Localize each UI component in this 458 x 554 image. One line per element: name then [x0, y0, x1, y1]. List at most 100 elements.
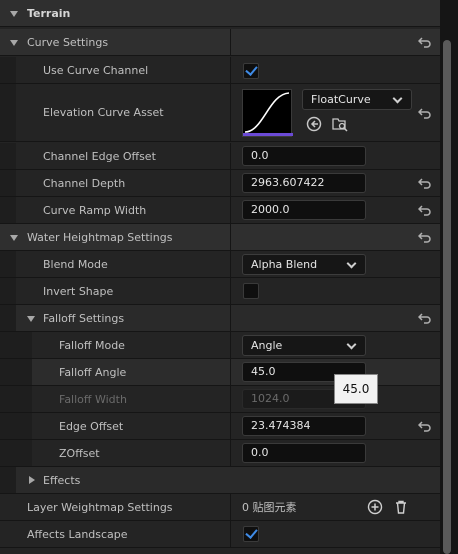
chevron-down-icon	[392, 93, 403, 104]
indent-guide	[0, 440, 32, 466]
column-splitter[interactable]	[230, 278, 231, 304]
collapse-arrow-icon[interactable]	[10, 235, 18, 241]
array-element-count: 0 贴图元素	[242, 501, 297, 514]
prop-edge-offset: Edge Offset 23.474384	[0, 413, 440, 440]
arrow-left-circle-icon[interactable]	[306, 116, 322, 132]
blend-mode-value: Alpha Blend	[251, 258, 318, 271]
prop-label: Use Curve Channel	[43, 64, 149, 77]
column-splitter[interactable]	[230, 521, 231, 547]
column-splitter[interactable]	[230, 251, 231, 277]
invert-shape-checkbox[interactable]	[243, 283, 259, 299]
prop-label: Falloff Angle	[59, 366, 127, 379]
trash-icon[interactable]	[393, 499, 409, 515]
prop-label: Invert Shape	[43, 285, 114, 298]
group-water-heightmap-label: Water Heightmap Settings	[27, 231, 173, 244]
reset-arrow-icon[interactable]	[418, 35, 432, 49]
column-splitter[interactable]	[230, 386, 231, 412]
group-falloff-settings[interactable]: Falloff Settings	[0, 305, 440, 332]
browse-folder-icon[interactable]	[332, 116, 348, 132]
prop-layer-weightmap-settings: Layer Weightmap Settings 0 贴图元素	[0, 494, 440, 521]
indent-guide	[0, 170, 16, 196]
prop-channel-depth: Channel Depth 2963.607422	[0, 170, 440, 197]
group-curve-settings[interactable]: Curve Settings	[0, 29, 440, 56]
blend-mode-combo[interactable]: Alpha Blend	[242, 254, 366, 275]
prop-zoffset: ZOffset 0.0	[0, 440, 440, 467]
group-water-heightmap-settings[interactable]: Water Heightmap Settings	[0, 224, 440, 251]
reset-arrow-icon[interactable]	[418, 203, 432, 217]
prop-label: Affects Landscape	[27, 528, 128, 541]
indent-guide	[0, 413, 32, 439]
column-splitter[interactable]	[230, 224, 231, 250]
column-splitter[interactable]	[230, 143, 231, 169]
prop-label: Blend Mode	[43, 258, 108, 271]
reset-arrow-icon[interactable]	[418, 106, 432, 120]
indent-guide	[0, 332, 32, 358]
group-curve-settings-label: Curve Settings	[27, 36, 109, 49]
prop-curve-ramp-width: Curve Ramp Width 2000.0	[0, 197, 440, 224]
column-splitter[interactable]	[230, 305, 231, 331]
channel-edge-offset-input[interactable]: 0.0	[242, 146, 366, 166]
group-effects[interactable]: Effects	[0, 467, 440, 494]
add-circle-icon[interactable]	[367, 499, 383, 515]
column-splitter[interactable]	[230, 57, 231, 83]
prop-label: Elevation Curve Asset	[43, 106, 164, 119]
scrollbar-thumb[interactable]	[443, 40, 451, 554]
column-splitter[interactable]	[230, 84, 231, 141]
zoffset-input[interactable]: 0.0	[242, 443, 366, 463]
indent-guide	[0, 251, 16, 277]
category-terrain-label: Terrain	[27, 7, 71, 20]
prop-invert-shape: Invert Shape	[0, 278, 440, 305]
column-splitter[interactable]	[230, 413, 231, 439]
prop-falloff-mode: Falloff Mode Angle	[0, 332, 440, 359]
collapse-arrow-icon[interactable]	[10, 11, 18, 17]
prop-label: Curve Ramp Width	[43, 204, 147, 217]
group-falloff-settings-label: Falloff Settings	[43, 312, 125, 325]
indent-guide	[0, 467, 16, 493]
column-splitter[interactable]	[230, 29, 231, 55]
reset-arrow-icon[interactable]	[418, 230, 432, 244]
curve-ramp-width-input[interactable]: 2000.0	[242, 200, 366, 220]
edge-offset-input[interactable]: 23.474384	[242, 416, 366, 436]
indent-guide	[0, 84, 16, 141]
indent-guide	[0, 386, 32, 412]
indent-guide	[0, 57, 16, 83]
column-splitter[interactable]	[230, 359, 231, 385]
asset-color-strip	[243, 133, 293, 136]
curve-asset-value: FloatCurve	[311, 93, 371, 106]
collapse-arrow-icon[interactable]	[27, 316, 35, 322]
use-curve-channel-checkbox[interactable]	[243, 63, 259, 79]
prop-label: Layer Weightmap Settings	[27, 501, 173, 514]
details-panel: Terrain Curve Settings Use Curve Channel…	[0, 0, 440, 554]
falloff-mode-value: Angle	[251, 339, 283, 352]
falloff-mode-combo[interactable]: Angle	[242, 335, 366, 356]
indent-guide	[0, 359, 32, 385]
curve-thumbnail[interactable]	[242, 89, 293, 137]
column-splitter[interactable]	[230, 170, 231, 196]
curve-preview	[244, 92, 290, 133]
column-splitter[interactable]	[230, 332, 231, 358]
expand-arrow-icon[interactable]	[29, 476, 35, 484]
prop-affects-landscape: Affects Landscape	[0, 521, 440, 548]
prop-blend-mode: Blend Mode Alpha Blend	[0, 251, 440, 278]
reset-arrow-icon[interactable]	[418, 419, 432, 433]
column-splitter[interactable]	[230, 440, 231, 466]
column-splitter[interactable]	[230, 494, 231, 520]
curve-asset-combo[interactable]: FloatCurve	[302, 89, 412, 110]
prop-label: ZOffset	[59, 447, 100, 460]
indent-guide	[0, 278, 16, 304]
reset-arrow-icon[interactable]	[418, 311, 432, 325]
indent-guide	[0, 197, 16, 223]
collapse-arrow-icon[interactable]	[10, 40, 18, 46]
indent-guide	[0, 305, 16, 331]
prop-label: Channel Edge Offset	[43, 150, 156, 163]
prop-elevation-curve-asset: Elevation Curve Asset FloatCurve	[0, 84, 440, 142]
prop-label: Falloff Mode	[59, 339, 125, 352]
category-terrain[interactable]: Terrain	[0, 0, 440, 27]
channel-depth-input[interactable]: 2963.607422	[242, 173, 366, 193]
column-splitter[interactable]	[230, 197, 231, 223]
chevron-down-icon	[346, 339, 357, 350]
prop-label: Channel Depth	[43, 177, 126, 190]
affects-landscape-checkbox[interactable]	[243, 526, 259, 542]
reset-arrow-icon[interactable]	[418, 176, 432, 190]
value-tooltip: 45.0	[334, 374, 378, 404]
